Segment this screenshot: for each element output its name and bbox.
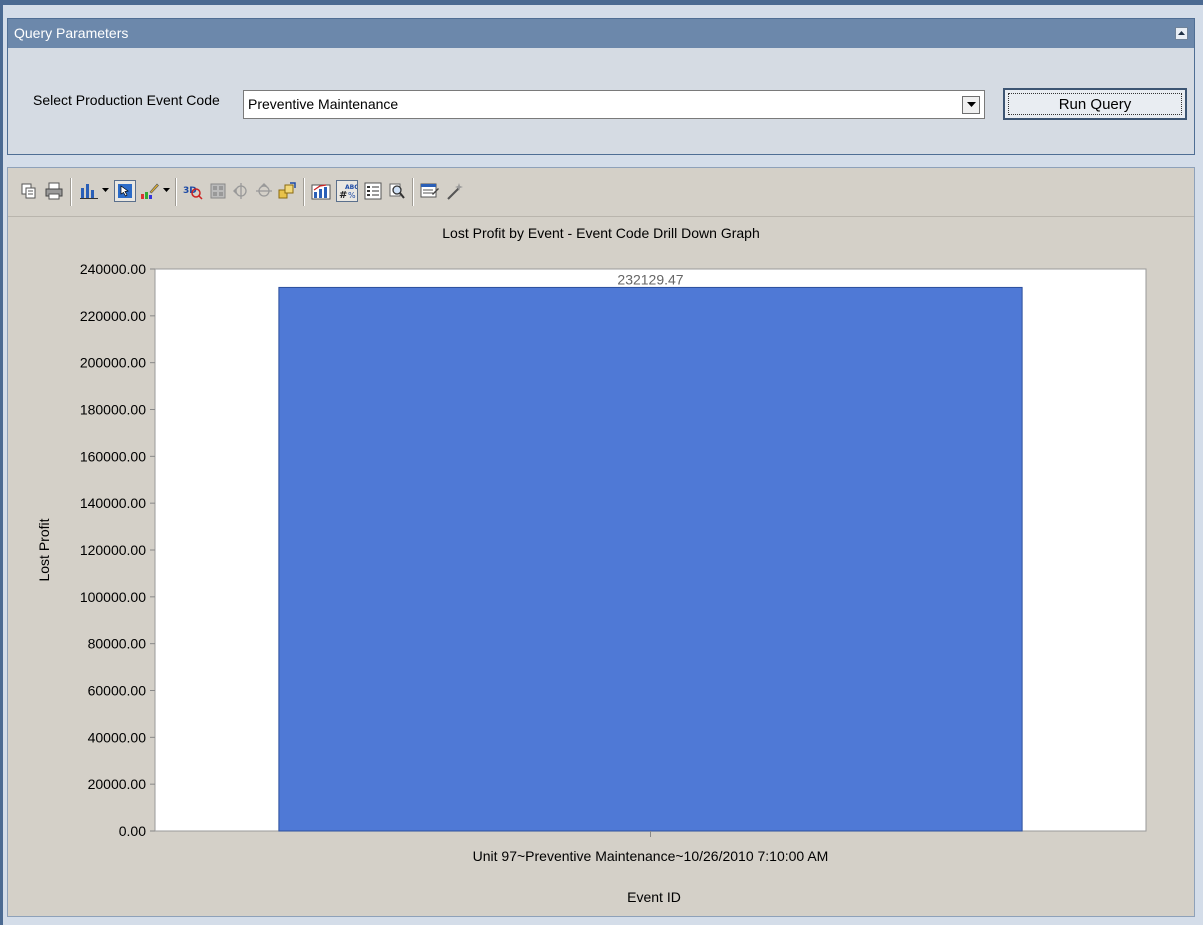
query-parameters-panel: Query Parameters Select Production Event… xyxy=(7,18,1195,155)
production-event-code-select[interactable]: Preventive Maintenance xyxy=(243,90,985,119)
bars: 232129.47 xyxy=(278,271,1023,832)
y-tick-label: 100000.00 xyxy=(80,589,146,605)
query-parameters-title: Query Parameters xyxy=(14,25,129,41)
y-tick-label: 200000.00 xyxy=(80,355,146,371)
y-axis: 0.00 20000.00 40000.00 60000.00 80000.00 1000… xyxy=(80,261,155,839)
y-tick-label: 160000.00 xyxy=(80,448,146,464)
query-parameters-header[interactable]: Query Parameters xyxy=(8,19,1194,48)
production-event-code-label: Select Production Event Code xyxy=(33,92,220,108)
run-query-button[interactable]: Run Query xyxy=(1003,88,1187,120)
y-tick-label: 0.00 xyxy=(119,823,146,839)
window-left-border xyxy=(0,0,3,925)
y-tick-label: 240000.00 xyxy=(80,261,146,277)
y-tick-label: 140000.00 xyxy=(80,495,146,511)
y-tick-label: 120000.00 xyxy=(80,542,146,558)
run-query-label: Run Query xyxy=(1008,93,1182,115)
x-axis: Unit 97~Preventive Maintenance~10/26/201… xyxy=(473,831,829,864)
bar-chart: 0.00 20000.00 40000.00 60000.00 80000.00 1000… xyxy=(36,261,1147,905)
y-tick-label: 80000.00 xyxy=(88,636,147,652)
window-top-border xyxy=(0,0,1203,5)
y-tick-label: 180000.00 xyxy=(80,402,146,418)
production-event-code-value: Preventive Maintenance xyxy=(248,96,399,112)
y-axis-label: Lost Profit xyxy=(36,518,52,581)
y-tick-label: 60000.00 xyxy=(88,683,147,699)
chevron-down-icon[interactable] xyxy=(962,96,980,114)
y-tick-label: 20000.00 xyxy=(88,776,147,792)
y-tick-label: 40000.00 xyxy=(88,729,147,745)
x-axis-label: Event ID xyxy=(627,889,681,905)
bar[interactable] xyxy=(278,286,1023,832)
y-tick-label: 220000.00 xyxy=(80,308,146,324)
x-tick-label: Unit 97~Preventive Maintenance~10/26/201… xyxy=(473,848,829,864)
graph-panel: 3D ABC #% Lost Profit by Event - Event C… xyxy=(7,167,1195,917)
collapse-panel-icon[interactable] xyxy=(1175,27,1188,40)
bar-value-label: 232129.47 xyxy=(617,271,683,287)
